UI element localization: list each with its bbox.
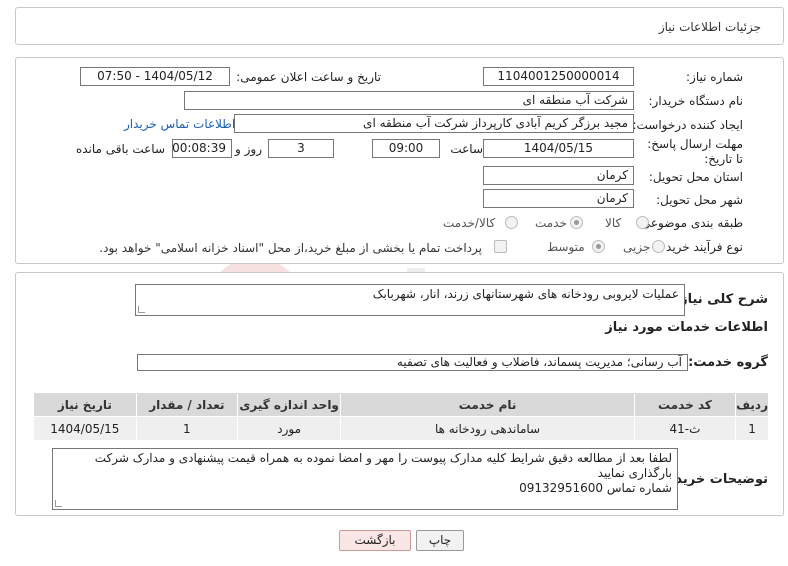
cell-service-name: ساماندهی رودخانه ها xyxy=(340,416,635,441)
col-row-header: ردیف xyxy=(735,392,769,417)
col-service-code-header: کد خدمت xyxy=(633,392,737,417)
requester-field: مجید برزگر کریم آبادی کارپرداز شرکت آب م… xyxy=(234,114,634,133)
category-option-service: خدمت xyxy=(535,216,567,230)
buyer-notes-textarea: لطفا بعد از مطالعه دقیق شرایط کلیه مدارک… xyxy=(52,448,678,510)
service-group-label: گروه خدمت: xyxy=(688,355,768,370)
buyer-org-label: نام دستگاه خریدار: xyxy=(648,94,744,108)
resize-handle-icon[interactable] xyxy=(55,500,62,507)
deadline-date-field: 1404/05/15 xyxy=(483,139,634,158)
province-label: استان محل تحویل: xyxy=(648,170,743,184)
requester-label: ایجاد کننده درخواست: xyxy=(632,118,743,132)
col-need-date-header: تاریخ نیاز xyxy=(33,392,137,417)
buyer-notes-line-1: لطفا بعد از مطالعه دقیق شرایط کلیه مدارک… xyxy=(94,451,672,480)
announce-label: تاریخ و ساعت اعلان عمومی: xyxy=(236,70,381,84)
col-quantity-header: تعداد / مقدار xyxy=(135,392,239,417)
payment-note: پرداخت تمام یا بخشی از مبلغ خرید،از محل … xyxy=(99,241,482,255)
province-field: کرمان xyxy=(483,166,634,185)
service-group-field: آب رسانی؛ مدیریت پسماند، فاضلاب و فعالیت… xyxy=(137,354,688,371)
summary-text: عملیات لایروبی رودخانه های شهرستانهای زر… xyxy=(372,287,679,301)
resize-handle-icon[interactable] xyxy=(138,306,145,313)
buyer-notes-line-2: شماره تماس 09132951600 xyxy=(519,481,672,495)
category-option-goods-service: کالا/خدمت xyxy=(443,216,496,230)
summary-label: شرح کلی نیاز: xyxy=(674,292,768,307)
back-button[interactable]: بازگشت xyxy=(339,530,411,551)
table-header-row: ردیف کد خدمت نام خدمت واحد اندازه گیری ت… xyxy=(33,392,769,417)
treasury-payment-checkbox[interactable] xyxy=(494,240,507,253)
cell-quantity: 1 xyxy=(135,416,239,441)
summary-textarea: عملیات لایروبی رودخانه های شهرستانهای زر… xyxy=(135,284,685,316)
process-label: نوع فرآیند خرید : xyxy=(658,240,743,254)
cell-unit: مورد xyxy=(237,416,342,441)
col-service-name-header: نام خدمت xyxy=(340,392,635,417)
remaining-label: ساعت باقی مانده xyxy=(75,142,165,156)
buyer-contact-link[interactable]: اطلاعات تماس خریدار xyxy=(124,117,235,131)
print-button[interactable]: چاپ xyxy=(416,530,464,551)
category-option-goods: کالا xyxy=(605,216,622,230)
category-radio-goods[interactable] xyxy=(636,216,649,229)
city-field: کرمان xyxy=(483,189,634,208)
process-option-minor: جزیی xyxy=(623,240,651,254)
table-row: 1 ث-41 ساماندهی رودخانه ها مورد 1 1404/0… xyxy=(33,416,769,441)
deadline-time-label: ساعت xyxy=(450,142,483,156)
need-number-label: شماره نیاز: xyxy=(686,70,743,84)
process-radio-minor[interactable] xyxy=(652,240,665,253)
remaining-time-field: 00:08:39 xyxy=(172,139,232,158)
announce-datetime-field: 1404/05/12 - 07:50 xyxy=(80,67,230,86)
category-radio-goods-service[interactable] xyxy=(505,216,518,229)
category-label: طبقه بندی موضوعی: xyxy=(636,216,743,230)
cell-need-date: 1404/05/15 xyxy=(33,416,137,441)
services-heading: اطلاعات خدمات مورد نیاز xyxy=(605,320,768,335)
cell-service-code: ث-41 xyxy=(633,416,737,441)
process-radio-medium[interactable] xyxy=(592,240,605,253)
deadline-time-field: 09:00 xyxy=(372,139,440,158)
city-label: شهر محل تحویل: xyxy=(656,193,743,207)
deadline-label: مهلت ارسال پاسخ: تا تاریخ: xyxy=(647,137,743,166)
buyer-org-field: شرکت آب منطقه ای xyxy=(184,91,634,110)
category-radio-service[interactable] xyxy=(570,216,583,229)
col-unit-header: واحد اندازه گیری xyxy=(237,392,342,417)
page-title: جزئیات اطلاعات نیاز xyxy=(658,20,761,34)
days-field: 3 xyxy=(268,139,334,158)
days-label: روز و xyxy=(235,142,262,156)
process-option-medium: متوسط xyxy=(547,240,585,254)
cell-row-number: 1 xyxy=(735,416,769,441)
page-header: جزئیات اطلاعات نیاز xyxy=(15,7,784,45)
need-number-field: 1104001250000014 xyxy=(483,67,634,86)
services-table: ردیف کد خدمت نام خدمت واحد اندازه گیری ت… xyxy=(33,392,769,441)
